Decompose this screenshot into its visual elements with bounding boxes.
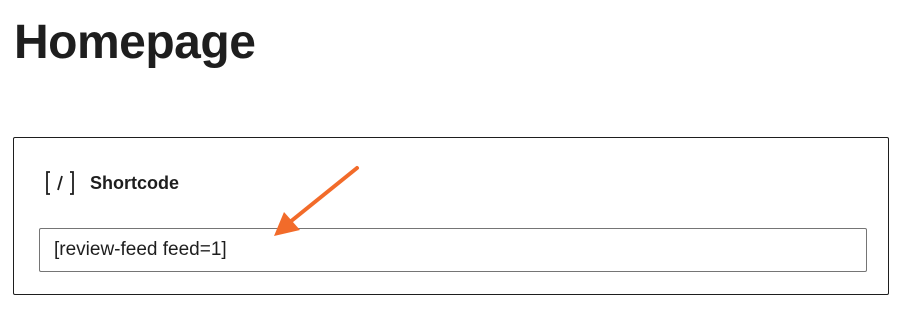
page-title[interactable]: Homepage <box>14 14 256 72</box>
block-label: Shortcode <box>90 172 180 193</box>
block-header: Shortcode <box>44 167 179 199</box>
shortcode-icon <box>44 167 76 199</box>
shortcode-block[interactable]: Shortcode <box>13 137 889 295</box>
shortcode-input[interactable] <box>39 228 867 272</box>
